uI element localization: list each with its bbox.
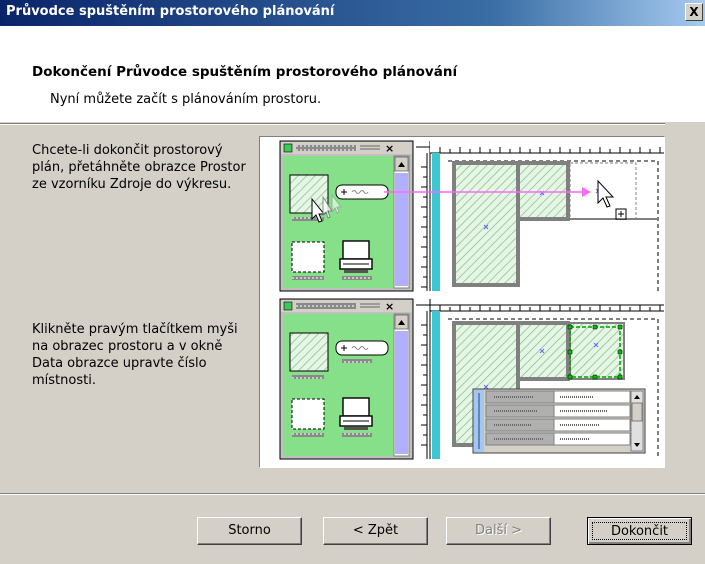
horizontal-ruler: [430, 141, 664, 154]
header-divider: [0, 123, 665, 125]
page-subtitle: Nyní můžete začít s plánováním prostoru.: [50, 92, 322, 107]
drag-scene: ×: [279, 140, 664, 292]
shape-data-scene: ×: [279, 298, 664, 460]
room-2: [516, 161, 570, 221]
instruction-edit: Klikněte pravým tlačítkem myši na obraze…: [32, 322, 238, 388]
boundary-shape: [291, 241, 325, 273]
instruction-drag: Chcete-li dokončit prostorový plán, přet…: [32, 143, 246, 192]
vertical-ruler: [417, 153, 428, 291]
title-bar: Průvodce spuštěním prostorového plánován…: [0, 0, 705, 26]
illustration-svg: × ×: [260, 140, 664, 460]
back-button[interactable]: < Zpět: [323, 517, 428, 545]
page-heading: Dokončení Průvodce spuštěním prostorovéh…: [32, 64, 458, 80]
illustration-panel: × ×: [259, 136, 665, 468]
chair-shape: [339, 240, 373, 273]
stencil-close-icon-2: ×: [385, 300, 394, 313]
finish-button[interactable]: Dokončit: [587, 517, 692, 545]
close-icon: X: [689, 5, 699, 19]
next-button: Další >: [446, 517, 551, 545]
close-button[interactable]: X: [685, 3, 703, 21]
footer-divider: [0, 493, 705, 495]
room-1: [452, 161, 520, 287]
wizard-header: Dokončení Průvodce spuštěním prostorovéh…: [0, 26, 705, 122]
space-shape: [289, 174, 329, 214]
window-title: Průvodce spuštěním prostorového plánován…: [6, 4, 335, 19]
stencil-icon: [283, 143, 293, 153]
stencil-close-icon: ×: [385, 142, 394, 155]
shape-data-window: [472, 388, 646, 454]
cancel-button[interactable]: Storno: [197, 517, 302, 545]
